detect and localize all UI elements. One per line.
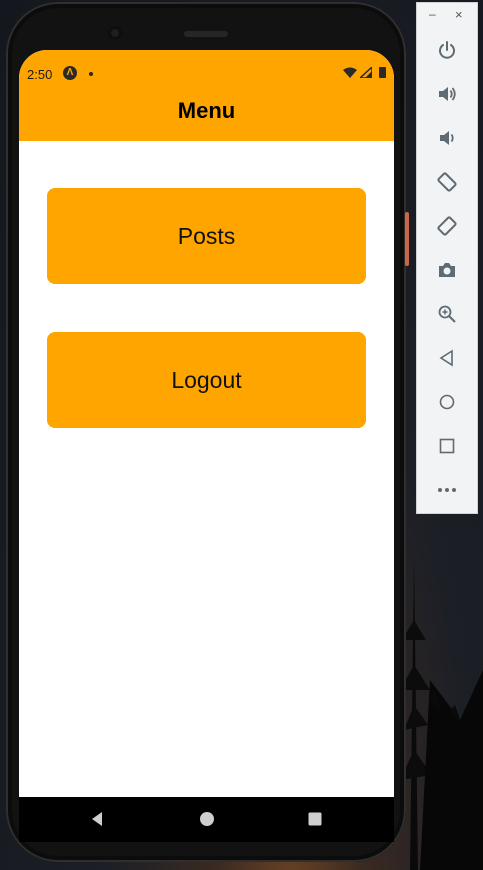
power-button[interactable]: [432, 35, 462, 65]
app-notification-icon: Λ: [63, 66, 77, 80]
logout-button-label: Logout: [171, 366, 242, 393]
overview-icon: [439, 438, 455, 454]
logout-button[interactable]: Logout: [47, 332, 366, 428]
more-icon: [438, 488, 456, 492]
rotate-left-icon: [437, 172, 457, 192]
volume-down-button[interactable]: [432, 123, 462, 153]
home-icon: [439, 394, 455, 410]
status-bar: 2:50 Λ: [19, 64, 394, 84]
status-time: 2:50: [27, 67, 53, 82]
app-screen: 2:50 Λ Menu Posts Logout: [19, 50, 394, 840]
zoom-button[interactable]: [432, 299, 462, 329]
emulator-toolbar: – ×: [416, 2, 478, 514]
toolbar-back-button[interactable]: [432, 343, 462, 373]
recents-icon[interactable]: [307, 811, 323, 827]
toolbar-overview-button[interactable]: [432, 431, 462, 461]
notification-dot-icon: [89, 72, 93, 76]
wifi-icon: [343, 67, 357, 78]
signal-icon: [360, 67, 372, 78]
front-camera: [108, 26, 122, 40]
toolbar-home-button[interactable]: [432, 387, 462, 417]
power-icon: [439, 41, 455, 59]
battery-icon: [379, 67, 386, 78]
volume-up-icon: [439, 87, 456, 101]
posts-button-label: Posts: [177, 222, 236, 249]
android-nav-bar: [19, 797, 394, 842]
rotate-right-button[interactable]: [432, 211, 462, 241]
app-header: 2:50 Λ Menu: [19, 50, 394, 141]
home-icon[interactable]: [199, 811, 215, 827]
tree-silhouette: [400, 560, 483, 870]
window-controls: – ×: [417, 7, 477, 27]
camera-icon: [439, 263, 455, 277]
phone-side-button[interactable]: [405, 212, 409, 266]
toolbar-more-button[interactable]: [432, 475, 462, 505]
zoom-icon: [438, 305, 456, 323]
volume-up-button[interactable]: [432, 79, 462, 109]
screenshot-button[interactable]: [432, 255, 462, 285]
volume-down-icon: [440, 131, 454, 145]
close-button[interactable]: ×: [455, 7, 463, 22]
minimize-button[interactable]: –: [429, 7, 436, 21]
page-title: Menu: [177, 98, 236, 123]
rotate-left-button[interactable]: [432, 167, 462, 197]
back-icon: [439, 349, 453, 367]
rotate-right-icon: [437, 216, 457, 236]
earpiece-speaker: [184, 31, 228, 37]
back-icon[interactable]: [89, 811, 105, 827]
posts-button[interactable]: Posts: [47, 188, 366, 284]
